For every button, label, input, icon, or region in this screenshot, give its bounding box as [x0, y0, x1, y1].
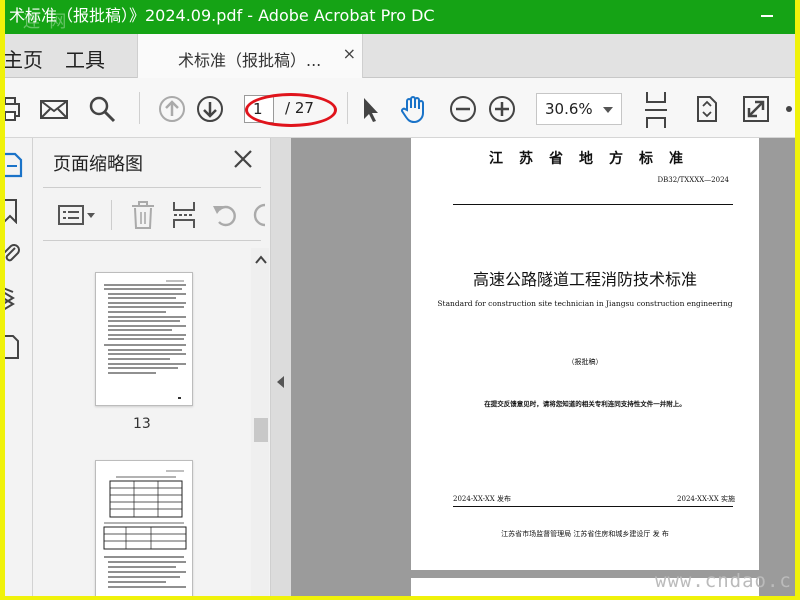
- release-date: 2024-XX-XX 发布: [453, 495, 511, 503]
- thumbnail-tools: [33, 188, 271, 240]
- pane-splitter[interactable]: [271, 138, 291, 596]
- rotate-left-icon[interactable]: [211, 202, 239, 228]
- collapse-pane-icon[interactable]: [277, 376, 284, 388]
- standard-code: DB32/TXXXX—2024: [657, 176, 729, 184]
- menu-tools[interactable]: 工具: [65, 44, 105, 73]
- hand-tool-icon[interactable]: [399, 94, 429, 124]
- draft-label: （报批稿）: [567, 358, 603, 366]
- page-header: 江苏省地方标准: [489, 151, 699, 167]
- header-rule: [453, 204, 733, 205]
- page-thumbnails-icon[interactable]: [5, 152, 23, 178]
- divider: [43, 240, 261, 241]
- pdf-page: 江苏省地方标准 DB32/TXXXX—2024 高速公路隧道工程消防技术标准 S…: [411, 138, 759, 570]
- scrollbar-thumb[interactable]: [254, 418, 268, 442]
- attachment-icon[interactable]: [5, 240, 21, 266]
- search-icon[interactable]: [87, 94, 117, 124]
- scroll-mode-icon[interactable]: [641, 90, 671, 130]
- delete-icon[interactable]: [129, 200, 157, 230]
- highlight-annotation: [245, 93, 337, 127]
- document-icon[interactable]: [5, 334, 21, 360]
- corner-watermark: 连 网: [23, 12, 69, 32]
- layers-icon[interactable]: [5, 286, 21, 314]
- fit-page-icon[interactable]: [691, 94, 721, 124]
- footer-rule: [453, 506, 733, 507]
- zoom-in-icon[interactable]: [487, 94, 517, 124]
- chevron-down-icon: [603, 107, 613, 113]
- toolbar-separator: [347, 92, 348, 124]
- fullscreen-icon[interactable]: [741, 94, 771, 124]
- scroll-up-icon[interactable]: [255, 254, 267, 266]
- document-tab-label: 术标准（报批稿）...: [178, 51, 322, 70]
- thumbnail-content: [104, 280, 186, 399]
- minimize-button[interactable]: [761, 15, 773, 17]
- pane-title: 页面缩略图: [53, 154, 143, 175]
- page-thumbnail[interactable]: [95, 460, 193, 596]
- window-title: 术标准（报批稿）》2024.09.pdf - Adobe Acrobat Pro…: [9, 6, 435, 25]
- prev-page-icon[interactable]: [157, 94, 187, 124]
- mail-icon[interactable]: [39, 94, 69, 124]
- page-thumbnail[interactable]: [95, 272, 193, 406]
- document-subtitle: Standard for construction site technicia…: [437, 299, 733, 308]
- navigation-rail: [5, 138, 33, 596]
- site-watermark: www.cndao.c: [655, 570, 792, 592]
- thumbnail-content: [103, 470, 187, 588]
- issuing-authorities: 江苏省市场监督管理局 江苏省住房和城乡建设厅 发 布: [501, 530, 669, 538]
- toolbar-separator: [139, 92, 140, 124]
- tools-separator: [111, 200, 112, 230]
- document-view[interactable]: 江苏省地方标准 DB32/TXXXX—2024 高速公路隧道工程消防技术标准 S…: [291, 138, 795, 596]
- next-page-icon[interactable]: [195, 94, 225, 124]
- bookmark-icon[interactable]: [5, 198, 21, 224]
- acrobat-window: 术标准（报批稿）》2024.09.pdf - Adobe Acrobat Pro…: [5, 0, 795, 596]
- select-arrow-icon[interactable]: [355, 94, 385, 124]
- tab-bar: 主页 工具 术标准（报批稿）... ×: [5, 34, 795, 78]
- thumbnail-pane: 页面缩略图 13: [33, 138, 271, 596]
- toolbar: 1 / 27 30.6%: [5, 78, 795, 138]
- options-menu-icon[interactable]: [57, 204, 97, 226]
- zoom-select[interactable]: 30.6%: [536, 93, 622, 125]
- close-pane-icon[interactable]: [231, 147, 255, 171]
- close-tab-icon[interactable]: ×: [343, 44, 356, 63]
- menu-home[interactable]: 主页: [5, 44, 43, 73]
- zoom-out-icon[interactable]: [448, 94, 478, 124]
- more-tools-icon[interactable]: [783, 94, 795, 124]
- effective-date: 2024-XX-XX 实施: [677, 495, 735, 503]
- zoom-value: 30.6%: [545, 100, 593, 118]
- thumbnail-page-number: 13: [133, 416, 151, 432]
- thumbnail-list: 13: [33, 248, 251, 596]
- document-tab[interactable]: 术标准（报批稿）... ×: [137, 34, 363, 78]
- document-title: 高速公路隧道工程消防技术标准: [472, 270, 697, 289]
- insert-page-icon[interactable]: [171, 200, 197, 230]
- print-icon[interactable]: [5, 94, 27, 124]
- title-bar: 术标准（报批稿）》2024.09.pdf - Adobe Acrobat Pro…: [5, 0, 795, 34]
- feedback-note: 在提交反馈意见时，请将您知道的相关专利连同支持性文件一并附上。: [484, 400, 686, 408]
- rotate-right-icon[interactable]: [253, 202, 267, 228]
